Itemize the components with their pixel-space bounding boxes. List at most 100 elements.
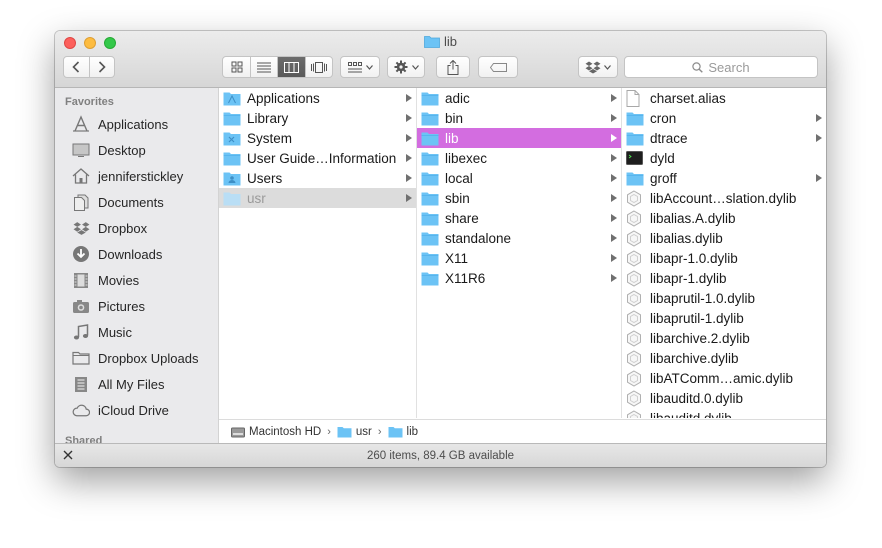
folder-icon	[421, 90, 439, 106]
list-item[interactable]: libATComm…amic.dylib	[622, 368, 826, 388]
cover-flow-icon	[311, 61, 327, 73]
chevron-right-icon	[611, 108, 617, 128]
icon-view-button[interactable]	[223, 57, 251, 77]
sidebar-item-dropbox-uploads[interactable]: Dropbox Uploads	[72, 348, 198, 368]
sidebar-item-home[interactable]: jenniferstickley	[72, 166, 183, 186]
list-item[interactable]: libalias.dylib	[622, 228, 826, 248]
chevron-right-icon	[611, 228, 617, 248]
chevron-right-icon	[98, 61, 106, 73]
list-item[interactable]: libapr-1.dylib	[622, 268, 826, 288]
sidebar-item-documents[interactable]: Documents	[72, 192, 164, 212]
dropbox-toolbar-button[interactable]	[578, 56, 618, 78]
cover-flow-button[interactable]	[306, 57, 332, 77]
list-item[interactable]: lib	[417, 128, 621, 148]
chevron-right-icon	[611, 268, 617, 288]
chevron-right-icon	[406, 108, 412, 128]
action-button[interactable]	[387, 56, 425, 78]
status-text: 260 items, 89.4 GB available	[366, 450, 515, 462]
list-item[interactable]: share	[417, 208, 621, 228]
folder-icon	[337, 426, 352, 438]
path-item-usr[interactable]: usr	[337, 426, 372, 438]
sidebar-item-dropbox[interactable]: Dropbox	[72, 218, 147, 238]
list-item[interactable]: sbin	[417, 188, 621, 208]
list-item[interactable]: libAccount…slation.dylib	[622, 188, 826, 208]
path-item-lib[interactable]: lib	[388, 426, 418, 438]
list-item[interactable]: libarchive.2.dylib	[622, 328, 826, 348]
sidebar-item-downloads[interactable]: Downloads	[72, 244, 162, 264]
folder-icon	[421, 130, 439, 146]
path-separator-icon: ›	[377, 426, 382, 438]
sidebar-item-applications[interactable]: Applications	[72, 114, 168, 134]
path-item-macintosh-hd[interactable]: Macintosh HD	[231, 426, 321, 438]
list-item[interactable]: System	[219, 128, 416, 148]
list-item[interactable]: X11	[417, 248, 621, 268]
list-item[interactable]: cron	[622, 108, 826, 128]
chevron-down-icon	[365, 64, 373, 70]
browser-column-2[interactable]: adic bin lib libexec local sbin share standalon…	[417, 88, 622, 418]
sidebar-item-pictures[interactable]: Pictures	[72, 296, 145, 316]
list-item[interactable]: usr	[219, 188, 416, 208]
share-button[interactable]	[436, 56, 470, 78]
forward-button[interactable]	[90, 57, 115, 77]
list-item[interactable]: Library	[219, 108, 416, 128]
arrange-icon	[347, 61, 362, 72]
list-item[interactable]: libaprutil-1.dylib	[622, 308, 826, 328]
list-item[interactable]: X11R6	[417, 268, 621, 288]
list-item[interactable]: dyld	[622, 148, 826, 168]
sidebar-item-music[interactable]: Music	[72, 322, 132, 342]
sidebar-item-all-my-files[interactable]: All My Files	[72, 374, 164, 394]
list-item[interactable]: libauditd.dylib	[622, 408, 826, 418]
list-item[interactable]: standalone	[417, 228, 621, 248]
hard-drive-icon	[231, 426, 245, 438]
path-bar: Macintosh HD › usr › lib	[219, 419, 826, 444]
folder-icon	[388, 426, 403, 438]
dropbox-icon	[72, 219, 90, 237]
library-icon	[626, 309, 644, 327]
folder-icon	[626, 170, 644, 186]
folder-icon	[626, 130, 644, 146]
column-view-button[interactable]	[278, 57, 306, 77]
list-view-button[interactable]	[251, 57, 278, 77]
status-bar: 260 items, 89.4 GB available	[55, 443, 826, 467]
edit-tags-button[interactable]	[478, 56, 518, 78]
browser-column-3[interactable]: charset.alias cron dtrace dyld groff libAccou…	[622, 88, 826, 418]
list-item[interactable]: libapr-1.0.dylib	[622, 248, 826, 268]
sidebar-item-movies[interactable]: Movies	[72, 270, 139, 290]
list-item[interactable]: libauditd.0.dylib	[622, 388, 826, 408]
column-view-icon	[284, 61, 299, 73]
list-item[interactable]: User Guide…Information	[219, 148, 416, 168]
list-item[interactable]: local	[417, 168, 621, 188]
back-button[interactable]	[64, 57, 90, 77]
list-item[interactable]: Users	[219, 168, 416, 188]
desktop-icon	[72, 141, 90, 159]
search-field[interactable]: Search	[624, 56, 818, 78]
list-item[interactable]: libexec	[417, 148, 621, 168]
list-item[interactable]: adic	[417, 88, 621, 108]
list-item[interactable]: groff	[622, 168, 826, 188]
chevron-right-icon	[816, 108, 822, 128]
sidebar-item-icloud-drive[interactable]: iCloud Drive	[72, 400, 169, 420]
list-item[interactable]: libaprutil-1.0.dylib	[622, 288, 826, 308]
library-icon	[626, 329, 644, 347]
folder-icon	[626, 110, 644, 126]
sidebar-item-desktop[interactable]: Desktop	[72, 140, 146, 160]
list-item[interactable]: libarchive.dylib	[622, 348, 826, 368]
window-title: lib	[55, 34, 826, 52]
documents-icon	[72, 193, 90, 211]
arrange-button[interactable]	[340, 56, 380, 78]
list-item[interactable]: bin	[417, 108, 621, 128]
list-item[interactable]: charset.alias	[622, 88, 826, 108]
browser-column-1[interactable]: Applications Library System User Guide…I…	[219, 88, 417, 418]
library-icon	[626, 229, 644, 247]
library-icon	[626, 409, 644, 418]
library-icon	[626, 369, 644, 387]
cloud-icon	[72, 401, 90, 419]
close-icon[interactable]	[62, 449, 74, 461]
library-icon	[626, 389, 644, 407]
applications-icon	[72, 115, 90, 133]
list-item[interactable]: Applications	[219, 88, 416, 108]
list-item[interactable]: libalias.A.dylib	[622, 208, 826, 228]
view-mode-control	[222, 56, 333, 78]
folder-icon	[421, 110, 439, 126]
list-item[interactable]: dtrace	[622, 128, 826, 148]
